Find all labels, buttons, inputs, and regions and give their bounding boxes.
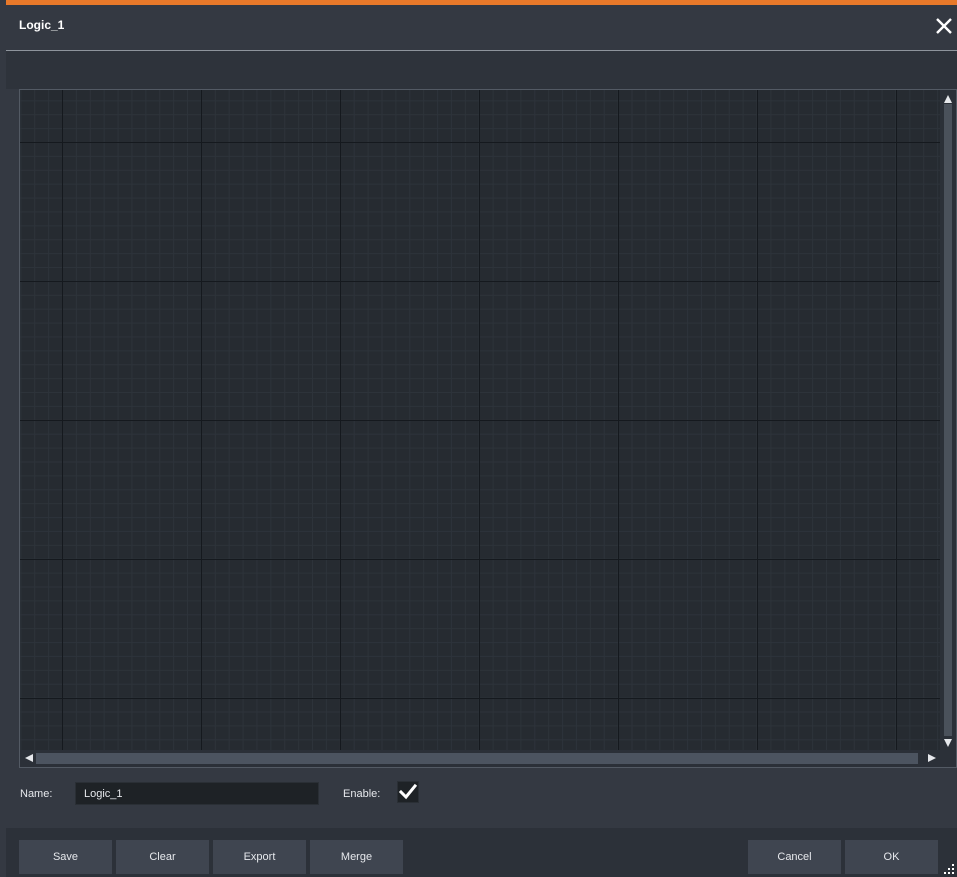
horizontal-scroll-thumb[interactable]	[36, 753, 918, 764]
enable-checkbox[interactable]	[397, 781, 419, 803]
vertical-scrollbar[interactable]	[940, 90, 956, 751]
arrow-down-icon[interactable]	[944, 739, 952, 747]
enable-label: Enable:	[343, 788, 381, 800]
close-icon	[936, 18, 952, 34]
dialog-title: Logic_1	[19, 18, 65, 32]
cancel-button[interactable]: Cancel	[748, 840, 841, 874]
clear-button[interactable]: Clear	[116, 840, 209, 874]
export-button[interactable]: Export	[213, 840, 306, 874]
resize-grip-icon[interactable]	[943, 863, 955, 875]
logic-editor-dialog: Logic_1 Name: Enable: Save C	[0, 0, 957, 877]
title-bar: Logic_1	[6, 5, 957, 50]
ok-button[interactable]: OK	[845, 840, 938, 874]
close-button[interactable]	[935, 17, 957, 41]
grid-area[interactable]	[20, 90, 942, 751]
save-button[interactable]: Save	[19, 840, 112, 874]
arrow-left-icon[interactable]	[25, 754, 33, 762]
horizontal-scrollbar[interactable]	[20, 750, 942, 767]
merge-button[interactable]: Merge	[310, 840, 403, 874]
arrow-up-icon[interactable]	[944, 95, 952, 103]
scrollbar-corner	[940, 750, 956, 767]
vertical-scroll-thumb[interactable]	[944, 104, 952, 736]
arrow-right-icon[interactable]	[928, 754, 936, 762]
name-input[interactable]	[75, 782, 319, 805]
logic-canvas[interactable]	[19, 89, 957, 768]
name-label: Name:	[20, 788, 53, 800]
checkmark-icon	[398, 783, 418, 800]
toolbar-band	[6, 51, 957, 89]
